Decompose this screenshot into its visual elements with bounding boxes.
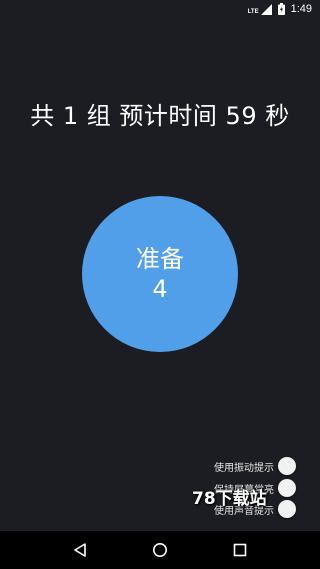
vibrate-option: 使用振动提示 — [214, 457, 300, 475]
vibrate-toggle[interactable] — [278, 457, 300, 475]
navigation-bar — [0, 531, 320, 569]
status-bar: LTE 1:49 — [0, 0, 320, 18]
status-time: 1:49 — [290, 3, 312, 15]
keep-screen-on-toggle[interactable] — [278, 479, 300, 497]
watermark: 78下载站 — [192, 489, 267, 509]
vibrate-option-label: 使用振动提示 — [214, 462, 274, 474]
workout-summary: 共 1 组 预计时间 59 秒 — [30, 102, 290, 130]
countdown-value: 4 — [152, 275, 168, 303]
signal-icon: LTE — [247, 3, 272, 15]
network-type: LTE — [247, 8, 259, 15]
phase-label: 准备 — [136, 245, 184, 273]
countdown-circle[interactable]: 准备 4 — [82, 196, 238, 352]
sound-toggle[interactable] — [278, 500, 300, 518]
app-screen: LTE 1:49 共 1 组 预计时间 59 秒 准备 4 使用振动提示 保持屏… — [0, 0, 320, 569]
recents-icon[interactable] — [228, 538, 252, 562]
back-icon[interactable] — [68, 538, 92, 562]
home-icon[interactable] — [148, 538, 172, 562]
battery-icon — [277, 3, 285, 15]
